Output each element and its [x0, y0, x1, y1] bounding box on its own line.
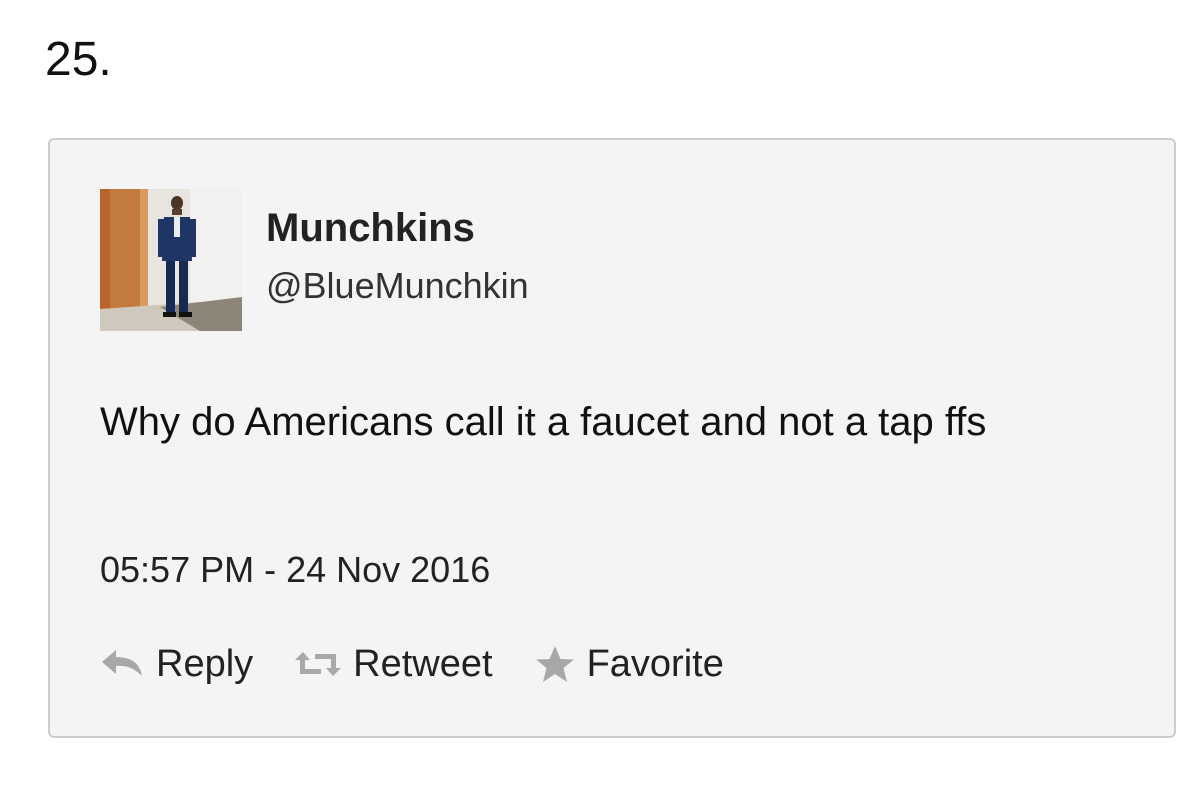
- avatar-photo: [100, 189, 242, 331]
- reply-arrow-icon: [100, 648, 146, 680]
- tweet-card: Munchkins @BlueMunchkin Why do Americans…: [48, 138, 1176, 738]
- avatar[interactable]: [100, 189, 242, 331]
- reply-label: Reply: [156, 643, 254, 685]
- list-number: 25.: [45, 33, 112, 86]
- star-icon: [533, 644, 577, 684]
- favorite-label: Favorite: [586, 643, 724, 685]
- retweet-button[interactable]: Retweet: [293, 641, 493, 687]
- page: 25. Munchkins @BlueMunchkin Why do Ameri…: [0, 0, 1200, 806]
- retweet-label: Retweet: [353, 643, 493, 685]
- display-name[interactable]: Munchkins: [266, 204, 475, 252]
- favorite-button[interactable]: Favorite: [533, 641, 724, 687]
- reply-button[interactable]: Reply: [100, 641, 253, 687]
- tweet-text: Why do Americans call it a faucet and no…: [100, 400, 987, 444]
- tweet-timestamp[interactable]: 05:57 PM - 24 Nov 2016: [100, 548, 490, 592]
- tweet-actions: Reply Retweet Favorite: [100, 640, 764, 688]
- user-handle[interactable]: @BlueMunchkin: [266, 264, 529, 308]
- retweet-icon: [293, 648, 343, 680]
